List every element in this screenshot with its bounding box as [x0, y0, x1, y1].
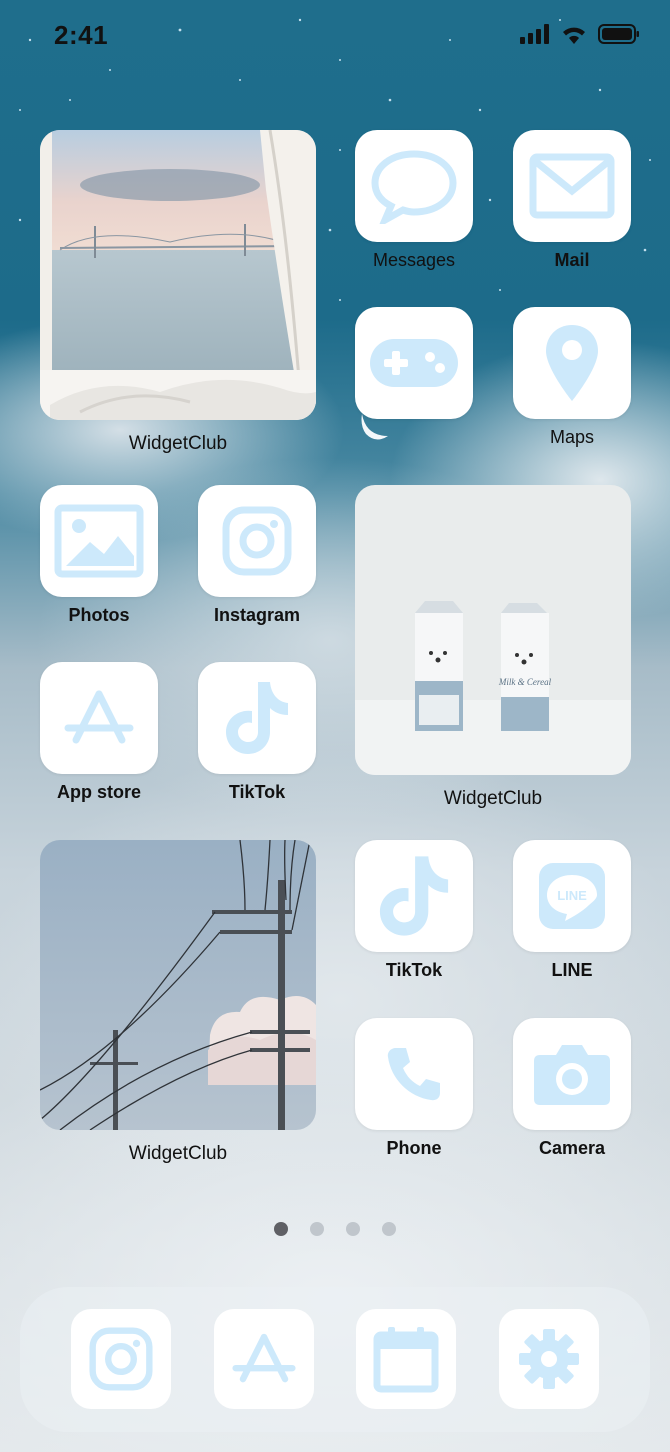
crescent-moon — [361, 414, 388, 440]
photo-widget-milk[interactable]: Milk & Cereal WidgetClub — [355, 485, 631, 810]
wifi-icon — [563, 27, 585, 44]
app-tiktok-2[interactable]: TikTok — [355, 840, 473, 981]
app-label: App store — [56, 782, 141, 802]
instagram-icon — [89, 1327, 153, 1391]
power-lines-photo — [39, 839, 316, 1131]
photo-widget-sea[interactable]: WidgetClub — [40, 129, 316, 455]
status-bar: 2:41 — [0, 0, 670, 70]
line-chat-icon: LINE — [539, 863, 605, 929]
app-label: Maps — [549, 427, 594, 447]
app-tiktok[interactable]: TikTok — [198, 662, 316, 803]
phone-tile[interactable] — [355, 1018, 473, 1130]
dock-instagram[interactable] — [71, 1309, 171, 1409]
tiktok-icon — [379, 856, 449, 936]
page-dot[interactable] — [310, 1222, 324, 1236]
camera-icon — [534, 1045, 610, 1105]
app-store-tile[interactable] — [40, 662, 158, 774]
app-store-icon — [232, 1333, 296, 1383]
app-store-icon — [64, 690, 134, 744]
app-label: Phone — [386, 1138, 442, 1158]
widget-label: WidgetClub — [128, 1143, 228, 1164]
widget-label: WidgetClub — [128, 433, 228, 454]
app-messages[interactable]: Messages — [355, 130, 473, 271]
camera-tile[interactable] — [513, 1018, 631, 1130]
app-camera[interactable]: Camera — [513, 1018, 631, 1159]
app-label: Instagram — [213, 605, 301, 625]
app-mail[interactable]: Mail — [513, 130, 631, 271]
game-tile[interactable] — [355, 307, 473, 419]
dock-settings[interactable] — [499, 1309, 599, 1409]
app-label: TikTok — [228, 782, 286, 802]
tiktok-icon — [226, 682, 288, 754]
maps-tile[interactable] — [513, 307, 631, 419]
widget-label: WidgetClub — [443, 788, 543, 809]
game-controller-icon — [370, 339, 458, 387]
dock-calendar[interactable] — [356, 1309, 456, 1409]
app-photos[interactable]: Photos — [40, 485, 158, 626]
dock-app-store[interactable] — [214, 1309, 314, 1409]
line-tile[interactable]: LINE — [513, 840, 631, 952]
envelope-icon — [529, 153, 615, 219]
app-label: Mail — [554, 250, 590, 270]
speech-bubble-icon — [371, 150, 457, 224]
app-instagram[interactable]: Instagram — [198, 485, 316, 626]
photo-widget-wires[interactable]: WidgetClub — [39, 839, 316, 1165]
milk-carton-photo: Milk & Cereal — [355, 485, 631, 775]
messages-tile[interactable] — [355, 130, 473, 242]
dock — [20, 1287, 650, 1432]
app-phone[interactable]: Phone — [355, 1018, 473, 1159]
clock: 2:41 — [54, 20, 109, 50]
app-label: TikTok — [385, 960, 443, 980]
page-dot[interactable] — [382, 1222, 396, 1236]
instagram-icon — [222, 506, 292, 576]
mail-tile[interactable] — [513, 130, 631, 242]
carton-text: Milk & Cereal — [498, 677, 552, 687]
settings-gear-icon — [519, 1329, 579, 1389]
page-indicator[interactable] — [0, 1222, 670, 1236]
page-dot[interactable] — [346, 1222, 360, 1236]
app-label: Camera — [538, 1138, 606, 1158]
line-icon-text: LINE — [557, 888, 587, 903]
tiktok-tile[interactable] — [198, 662, 316, 774]
map-pin-icon — [546, 325, 598, 401]
app-maps[interactable]: Maps — [513, 307, 631, 448]
calendar-icon — [373, 1327, 439, 1393]
instagram-tile[interactable] — [198, 485, 316, 597]
battery-icon — [598, 24, 639, 44]
app-label: Photos — [68, 605, 130, 625]
sea-view-photo — [40, 129, 316, 421]
cellular-signal-icon — [520, 24, 549, 44]
photos-tile[interactable] — [40, 485, 158, 597]
tiktok-tile[interactable] — [355, 840, 473, 952]
app-app-store[interactable]: App store — [40, 662, 158, 803]
phone-handset-icon — [387, 1048, 440, 1101]
picture-icon — [54, 504, 144, 578]
app-line[interactable]: LINE LINE — [513, 840, 631, 981]
app-label: LINE — [551, 960, 593, 980]
page-dot[interactable] — [274, 1222, 288, 1236]
app-label: Messages — [372, 250, 456, 270]
